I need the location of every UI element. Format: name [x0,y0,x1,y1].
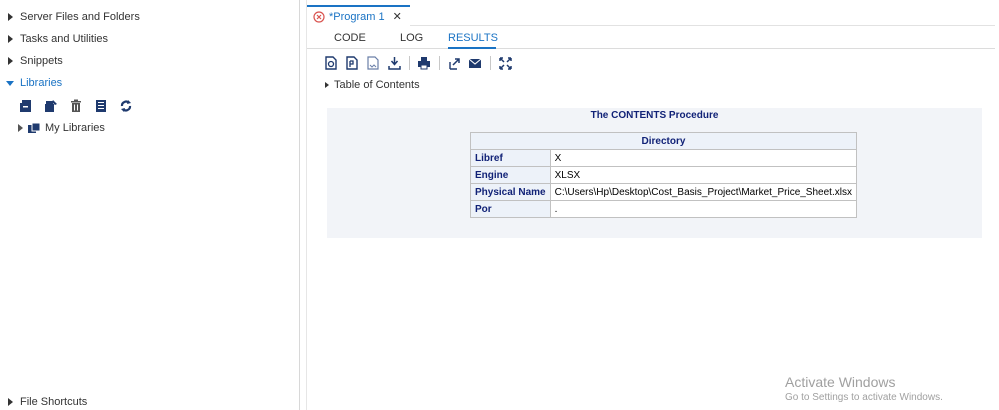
download-rtf-icon[interactable] [365,55,381,71]
open-html-icon[interactable] [323,55,339,71]
toolbar-separator [490,56,491,70]
nav-section-libraries[interactable]: Libraries [0,73,300,93]
editor-sub-tabs: CODE LOG RESULTS [307,28,995,49]
email-icon[interactable] [467,55,483,71]
expand-arrow-icon[interactable] [18,124,23,132]
tab-results[interactable]: RESULTS [448,28,498,49]
row-label: Libref [470,149,551,167]
expand-arrow-icon [6,34,14,44]
toolbar-separator [439,56,440,70]
tab-log[interactable]: LOG [400,28,423,49]
tab-code[interactable]: CODE [334,28,366,49]
watermark-title: Activate Windows [785,374,896,390]
nav-section-tasks-utilities[interactable]: Tasks and Utilities [0,29,300,49]
results-output-panel: The CONTENTS Procedure Directory Libref … [327,108,982,238]
expand-arrow-icon [6,397,14,407]
download-pdf-icon[interactable] [344,55,360,71]
nav-section-label: File Shortcuts [20,396,88,408]
row-value: C:\Users\Hp\Desktop\Cost_Basis_Project\M… [549,183,857,201]
activation-watermark: Activate Windows Go to Settings to activ… [785,374,943,403]
library-properties-icon[interactable] [43,98,59,114]
open-new-window-icon[interactable] [446,55,462,71]
tree-item-label: My Libraries [45,122,105,134]
expand-arrow-icon [6,56,14,66]
delete-icon[interactable] [68,98,84,114]
new-library-icon[interactable] [18,98,34,114]
download-icon[interactable] [386,55,402,71]
results-toolbar [323,55,518,71]
row-label: Physical Name [470,183,551,201]
navigation-pane: Server Files and Folders Tasks and Utili… [0,0,300,410]
table-row: Physical Name C:\Users\Hp\Desktop\Cost_B… [470,183,857,201]
close-tab-icon[interactable]: ✕ [393,10,402,23]
toolbar-separator [409,56,410,70]
nav-section-label: Libraries [20,77,63,89]
print-icon[interactable] [416,55,432,71]
nav-section-snippets[interactable]: Snippets [0,51,300,71]
directory-table: Directory Libref X Engine XLSX Physical … [470,132,857,218]
collapse-arrow-icon [6,78,14,88]
tree-item-my-libraries[interactable]: My Libraries [18,120,105,136]
row-label: Por [470,200,551,218]
procedure-title: The CONTENTS Procedure [590,110,719,121]
watermark-subtitle: Go to Settings to activate Windows. [785,392,943,403]
nav-section-file-shortcuts[interactable]: File Shortcuts [0,392,300,410]
table-view-icon[interactable] [93,98,109,114]
row-value: X [549,149,857,167]
tab-title: *Program 1 [329,10,385,23]
table-of-contents-toggle[interactable]: Table of Contents [325,78,420,92]
table-row: Por . [470,200,857,218]
table-row: Libref X [470,149,857,167]
row-value: . [549,200,857,218]
nav-section-server-files[interactable]: Server Files and Folders [0,7,300,27]
nav-section-label: Server Files and Folders [20,11,140,23]
refresh-icon[interactable] [118,98,134,114]
table-row: Engine XLSX [470,166,857,184]
work-area: *Program 1 ✕ CODE LOG RESULTS Table of C… [306,0,995,410]
toc-label: Table of Contents [334,79,420,91]
expand-arrow-icon [6,12,14,22]
libraries-icon [27,122,41,134]
table-header: Directory [470,132,857,150]
nav-section-label: Tasks and Utilities [20,33,109,45]
row-label: Engine [470,166,551,184]
nav-section-label: Snippets [20,55,63,67]
expand-arrow-icon [325,82,329,88]
tab-program-1[interactable]: *Program 1 ✕ [307,5,410,26]
libraries-toolbar [18,98,134,114]
error-icon [313,10,325,23]
maximize-icon[interactable] [497,55,513,71]
row-value: XLSX [549,166,857,184]
document-tab-strip: *Program 1 ✕ [307,0,995,26]
